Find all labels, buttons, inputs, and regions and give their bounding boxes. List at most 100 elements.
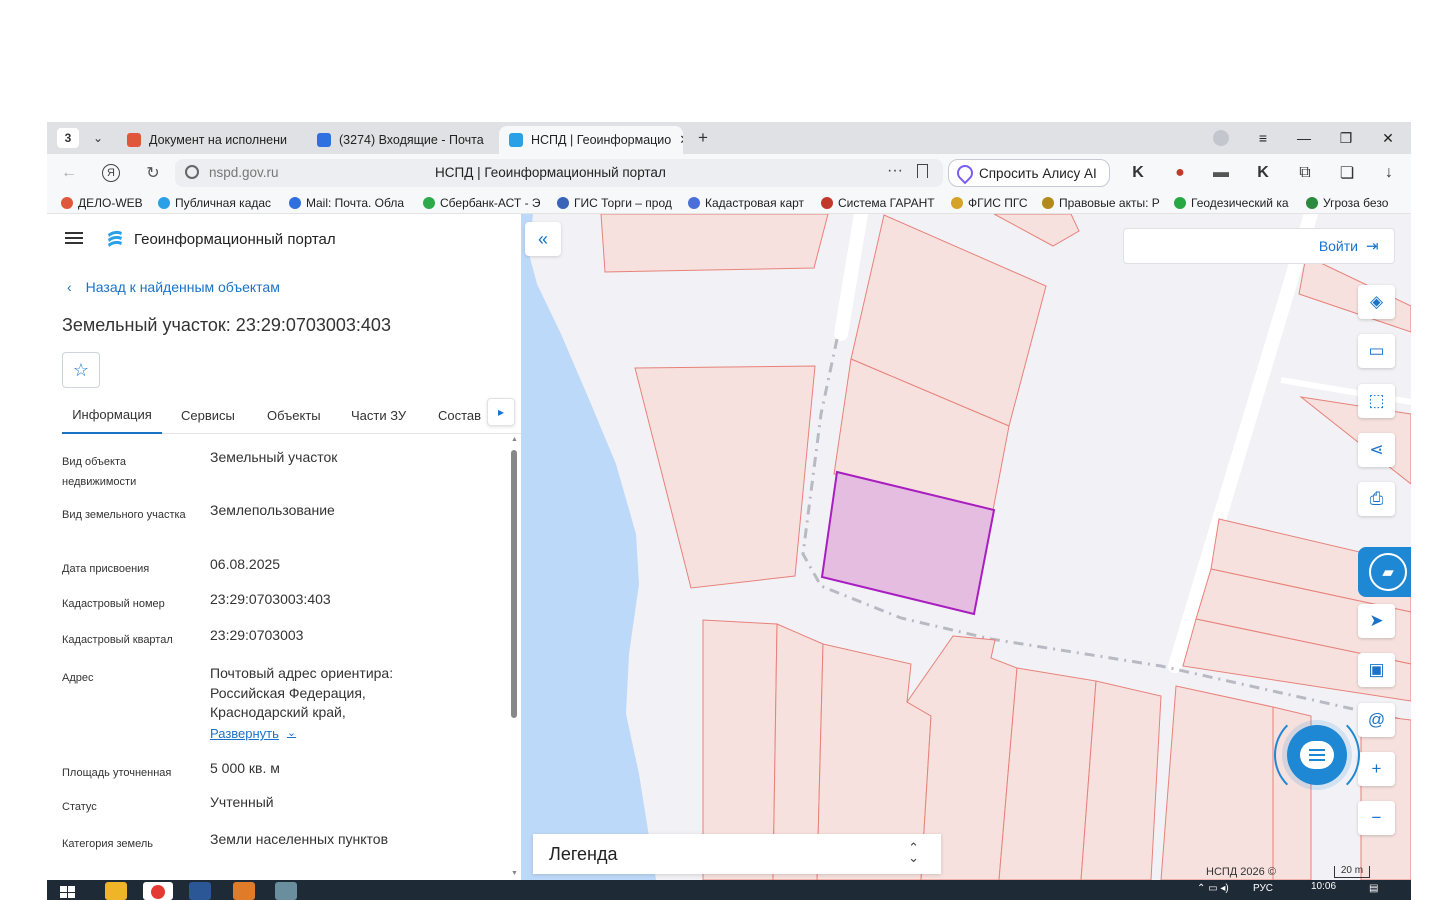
zoom-out-button[interactable]: − (1358, 801, 1395, 835)
map-tools-icon: ▰ (1369, 553, 1407, 591)
tab-nspd[interactable]: НСПД | Геоинформацио ✕ (499, 126, 683, 154)
share-button[interactable]: ⋖ (1358, 433, 1395, 467)
parcel (1160, 685, 1274, 880)
minimap-button[interactable]: ▣ (1358, 653, 1395, 687)
tab-label: (3274) Входящие - Почта (339, 133, 484, 147)
chevron-down-icon[interactable]: ⌄ (87, 128, 109, 148)
login-button[interactable]: Войти ⇥ (1123, 228, 1395, 264)
new-tab-icon[interactable]: + (692, 128, 714, 148)
address-bar[interactable]: nspd.gov.ru НСПД | Геоинформационный пор… (175, 159, 943, 187)
expand-link[interactable]: Развернуть ⌄ (210, 724, 296, 744)
more-icon[interactable]: ··· (887, 162, 903, 180)
hamburger-menu-icon[interactable] (65, 232, 83, 244)
extension-k-icon[interactable]: K (1127, 162, 1149, 184)
navigate-button[interactable]: ➤ (1358, 604, 1395, 638)
restore-icon[interactable]: ❐ (1336, 128, 1356, 148)
bookmark-icon[interactable] (917, 164, 928, 178)
notifications-icon[interactable]: ▤ (1369, 883, 1378, 894)
ask-alice-button[interactable]: Спросить Алису AI (948, 159, 1110, 187)
threat-icon (1306, 197, 1318, 209)
bookmark-item[interactable]: Mail: Почта. Обла (289, 195, 411, 211)
app-icon[interactable] (233, 882, 255, 900)
ask-alice-label: Спросить Алису AI (979, 165, 1097, 181)
clock[interactable]: 10:06 (1311, 881, 1336, 892)
bookmark-item[interactable]: Сбербанк-АСТ - Э (423, 195, 545, 211)
ruler-icon: ▭ (1368, 341, 1385, 360)
file-explorer-icon[interactable] (105, 882, 127, 900)
download-icon[interactable]: ↓ (1378, 162, 1400, 184)
extension-k2-icon[interactable]: K (1252, 162, 1274, 184)
word-icon[interactable] (189, 882, 211, 900)
chat-button[interactable] (1287, 725, 1347, 785)
bookmark-item[interactable]: Публичная кадас (158, 195, 278, 211)
tab-information[interactable]: Информация (62, 396, 162, 434)
legal-acts-icon (1042, 197, 1054, 209)
collapse-panel-button[interactable]: « (525, 222, 561, 256)
search-point-button[interactable]: @ (1358, 703, 1395, 737)
close-tab-icon[interactable]: ✕ (679, 132, 683, 148)
copyright-text: НСПД 2026 © (1206, 866, 1276, 878)
url-text: nspd.gov.ru (209, 165, 279, 180)
map-view[interactable]: « Войти ⇥ ◈ ▭ ⬚ ⋖ ⎙ ▰ ➤ ▣ @ + − Легенда … (521, 214, 1411, 880)
extension-mushroom-icon[interactable]: ● (1169, 162, 1191, 184)
bookmark-label: Геодезический ка (1191, 196, 1289, 210)
collections-icon[interactable]: ❏ (1336, 162, 1358, 184)
cadastral-map[interactable] (521, 214, 1411, 880)
menu-icon[interactable]: ≡ (1253, 128, 1273, 148)
tray-icons[interactable]: ⌃ ▭ ◂) (1197, 883, 1229, 894)
ruler-button[interactable]: ▭ (1358, 334, 1395, 368)
back-to-results-link[interactable]: ‹ Назад к найденным объектам (67, 279, 280, 295)
legend-dropdown[interactable]: Легенда ⌃ ⌄ (533, 834, 941, 874)
tab-services[interactable]: Сервисы (181, 396, 235, 434)
close-window-icon[interactable]: ✕ (1378, 128, 1398, 148)
extension-card-icon[interactable]: ▬ (1210, 162, 1232, 184)
bookmark-item[interactable]: ГИС Торги – прод (557, 195, 679, 211)
extensions-puzzle-icon[interactable]: ⧉ (1294, 162, 1316, 184)
favorite-button[interactable]: ☆ (62, 352, 100, 388)
tab-composition[interactable]: Состав (438, 396, 481, 434)
back-arrow-icon[interactable]: ← (58, 162, 80, 184)
print-button[interactable]: ⎙ (1358, 482, 1395, 516)
select-area-button[interactable]: ⬚ (1358, 384, 1395, 418)
bookmark-label: ФГИС ПГС (968, 196, 1028, 210)
bookmarks-bar: ДЕЛО-WEB Публичная кадас Mail: Почта. Об… (47, 192, 1411, 214)
gis-torgi-icon (557, 197, 569, 209)
bookmark-item[interactable]: Правовые акты: Р (1042, 195, 1162, 211)
bookmark-item[interactable]: Геодезический ка (1174, 195, 1296, 211)
profile-icon[interactable] (1211, 128, 1231, 148)
bookmark-item[interactable]: ФГИС ПГС (951, 195, 1033, 211)
scroll-down-icon[interactable]: ▼ (511, 870, 518, 877)
chevron-left-icon: ‹ (67, 279, 72, 295)
scrollbar-thumb[interactable] (511, 450, 517, 718)
bookmark-label: Угроза безо (1323, 196, 1389, 210)
tab-mail[interactable]: (3274) Входящие - Почта (317, 126, 487, 154)
tab-objects[interactable]: Объекты (267, 396, 321, 434)
bookmark-item[interactable]: Угроза безо (1306, 195, 1406, 211)
bookmark-label: Сбербанк-АСТ - Э (440, 196, 541, 210)
yandex-icon[interactable]: Я (100, 162, 122, 184)
tab-documents[interactable]: Документ на исполнени (127, 126, 302, 154)
minimize-icon[interactable]: — (1294, 128, 1314, 148)
yandex-browser-icon[interactable] (143, 882, 173, 900)
tab-counter-button[interactable]: 3 (57, 128, 79, 148)
tab-label: Документ на исполнени (149, 133, 287, 147)
bookmark-item[interactable]: Система ГАРАНТ (821, 195, 939, 211)
share-icon: ⋖ (1369, 440, 1384, 459)
language-indicator[interactable]: РУС (1253, 883, 1273, 894)
zoom-in-button[interactable]: + (1358, 752, 1395, 786)
site-info-icon[interactable] (185, 165, 199, 179)
app2-icon[interactable] (275, 882, 297, 900)
tab-parts[interactable]: Части ЗУ (351, 396, 406, 434)
bookmark-item[interactable]: ДЕЛО-WEB (61, 195, 151, 211)
bookmark-item[interactable]: Кадастровая карт (688, 195, 810, 211)
tabs-next-button[interactable]: ▸ (487, 398, 515, 426)
map-tools-button[interactable]: ▰ (1358, 547, 1411, 597)
bookmark-label: Публичная кадас (175, 196, 272, 210)
geodetic-icon (1174, 197, 1186, 209)
layers-button[interactable]: ◈ (1358, 285, 1395, 319)
panel-scrollbar[interactable]: ▲ ▼ (510, 436, 518, 880)
scale-bar: 20 m (1334, 866, 1370, 878)
reload-icon[interactable]: ↻ (142, 162, 164, 184)
scroll-up-icon[interactable]: ▲ (511, 436, 518, 443)
windows-start-icon[interactable] (59, 882, 79, 900)
